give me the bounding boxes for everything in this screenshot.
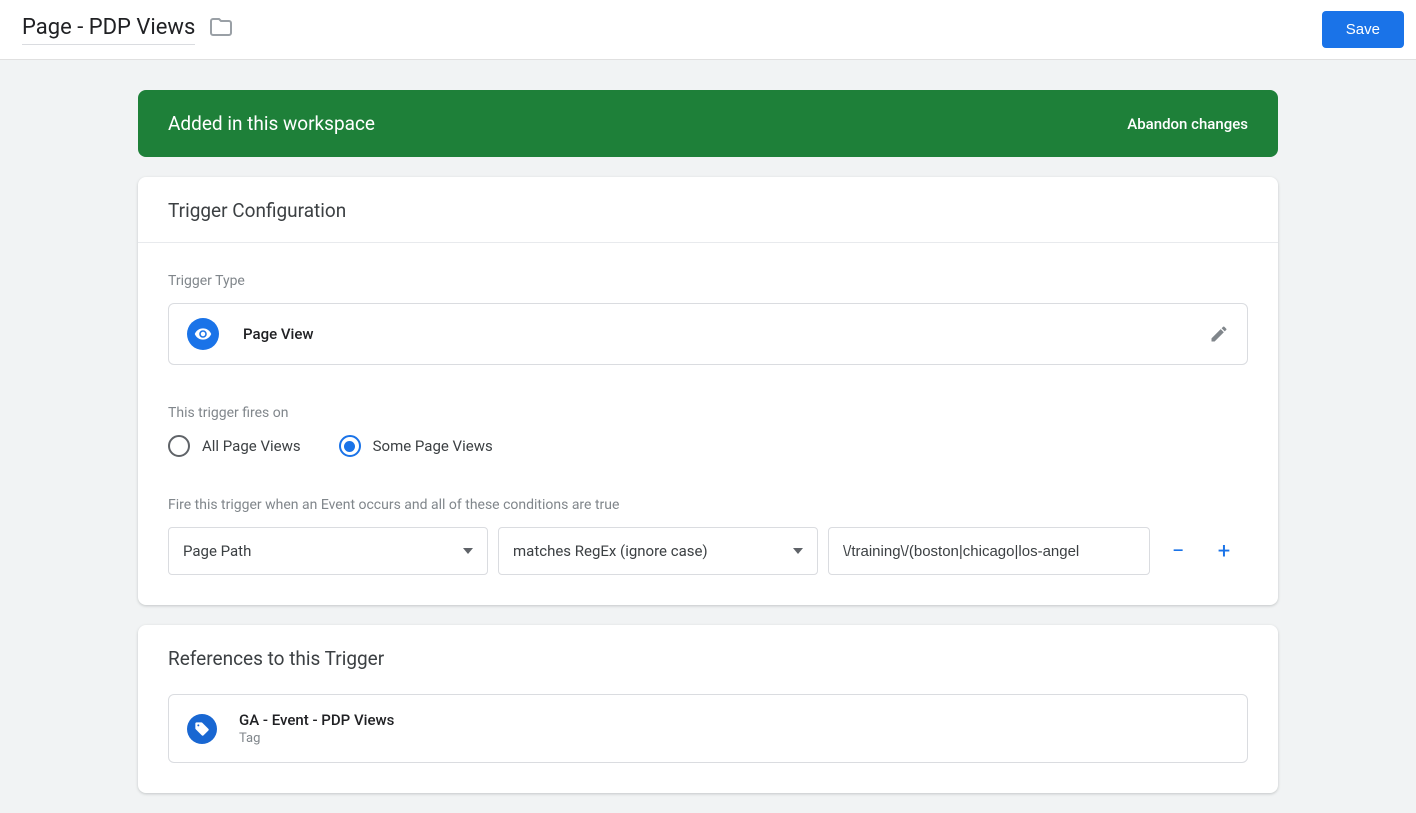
page-view-icon bbox=[187, 318, 219, 350]
radio-selected-icon bbox=[339, 435, 361, 457]
page-title-input[interactable]: Page - PDP Views bbox=[22, 15, 195, 45]
reference-item[interactable]: GA - Event - PDP Views Tag bbox=[168, 694, 1248, 763]
chevron-down-icon bbox=[463, 548, 473, 554]
condition-operator-select[interactable]: matches RegEx (ignore case) bbox=[498, 527, 818, 575]
trigger-type-name: Page View bbox=[243, 325, 314, 343]
trigger-config-card: Trigger Configuration Trigger Type Page … bbox=[138, 177, 1278, 605]
references-card: References to this Trigger GA - Event - … bbox=[138, 625, 1278, 793]
reference-type: Tag bbox=[239, 731, 394, 746]
abandon-changes-button[interactable]: Abandon changes bbox=[1127, 115, 1248, 133]
folder-icon[interactable] bbox=[209, 17, 233, 43]
condition-value-input[interactable] bbox=[828, 527, 1150, 575]
radio-all-page-views[interactable]: All Page Views bbox=[168, 435, 301, 457]
title-wrap: Page - PDP Views bbox=[22, 15, 233, 45]
condition-operator-value: matches RegEx (ignore case) bbox=[513, 542, 708, 560]
reference-name: GA - Event - PDP Views bbox=[239, 711, 394, 729]
trigger-type-selector[interactable]: Page View bbox=[168, 303, 1248, 365]
radio-unselected-icon bbox=[168, 435, 190, 457]
tag-icon bbox=[187, 714, 217, 744]
workspace-change-banner: Added in this workspace Abandon changes bbox=[138, 90, 1278, 157]
trigger-config-title: Trigger Configuration bbox=[138, 177, 1278, 243]
condition-variable-select[interactable]: Page Path bbox=[168, 527, 488, 575]
save-button[interactable]: Save bbox=[1322, 11, 1404, 48]
radio-some-page-views[interactable]: Some Page Views bbox=[339, 435, 493, 457]
add-condition-button[interactable]: + bbox=[1206, 533, 1242, 569]
radio-all-label: All Page Views bbox=[202, 437, 301, 455]
content-column: Added in this workspace Abandon changes … bbox=[138, 60, 1278, 793]
references-title: References to this Trigger bbox=[168, 647, 1248, 670]
remove-condition-button[interactable]: − bbox=[1160, 533, 1196, 569]
fires-on-radio-group: All Page Views Some Page Views bbox=[168, 435, 1248, 457]
fires-on-label: This trigger fires on bbox=[168, 405, 1248, 421]
page-header: Page - PDP Views Save bbox=[0, 0, 1416, 60]
radio-some-label: Some Page Views bbox=[373, 437, 493, 455]
chevron-down-icon bbox=[793, 548, 803, 554]
condition-row: Page Path matches RegEx (ignore case) − … bbox=[168, 527, 1248, 575]
banner-title: Added in this workspace bbox=[168, 112, 375, 135]
trigger-type-label: Trigger Type bbox=[168, 273, 1248, 289]
condition-intro-label: Fire this trigger when an Event occurs a… bbox=[168, 497, 1248, 513]
edit-icon[interactable] bbox=[1209, 324, 1229, 344]
condition-variable-value: Page Path bbox=[183, 542, 251, 560]
